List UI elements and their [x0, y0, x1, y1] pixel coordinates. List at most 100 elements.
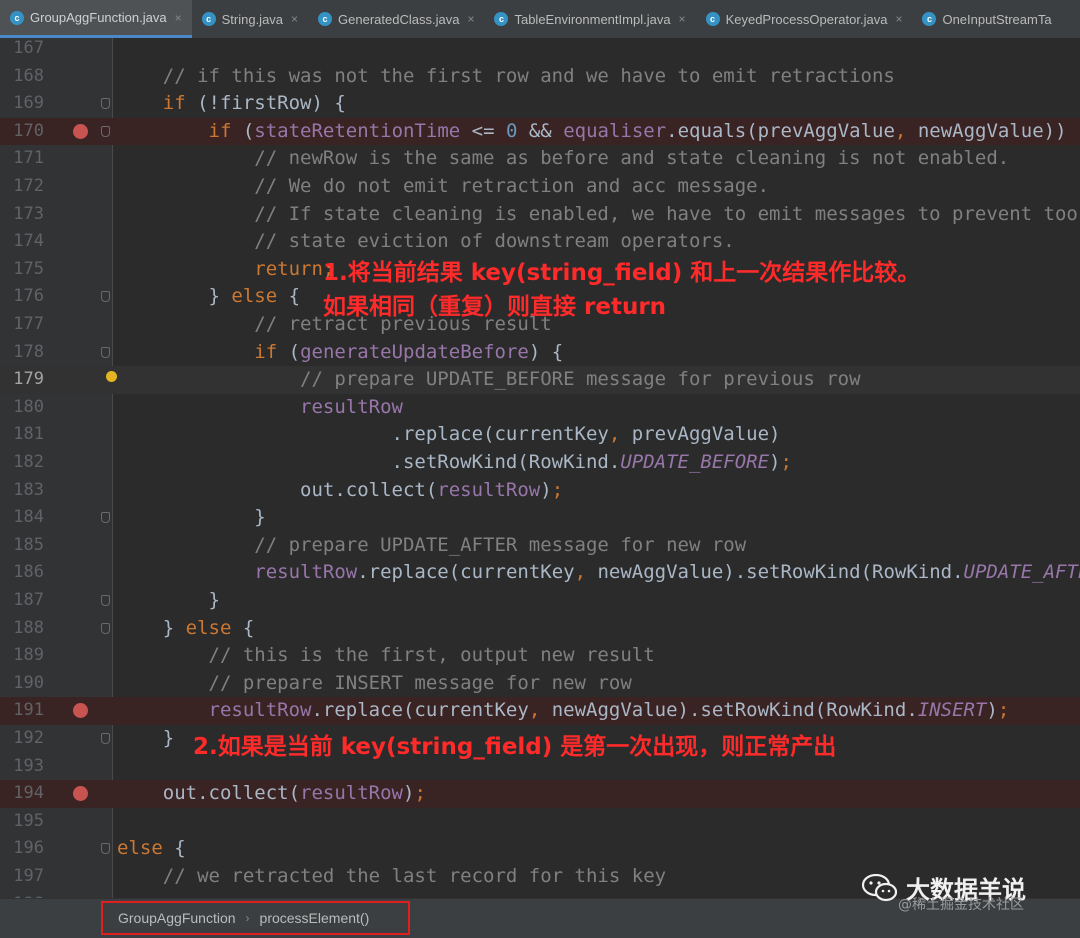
code-line[interactable]: 173 // If state cleaning is enabled, we …	[0, 201, 1080, 229]
tab-5[interactable]: c OneInputStreamTa	[912, 0, 1061, 38]
code-token: // if this was not the first row and we …	[117, 64, 895, 87]
close-icon[interactable]: ×	[175, 11, 182, 25]
close-icon[interactable]: ×	[895, 12, 902, 26]
code-line[interactable]: 168 // if this was not the first row and…	[0, 63, 1080, 91]
fold-marker-icon[interactable]	[101, 291, 110, 303]
code-text: resultRow	[117, 394, 403, 422]
code-line[interactable]: 188 } else {	[0, 615, 1080, 643]
fold-marker-icon[interactable]	[101, 512, 110, 524]
java-class-icon: c	[922, 12, 937, 26]
breadcrumb-item-class[interactable]: GroupAggFunction	[118, 910, 236, 926]
code-token: // We do not emit retraction and acc mes…	[117, 175, 770, 197]
code-line[interactable]: 184 }	[0, 504, 1080, 532]
code-token: ;	[997, 699, 1010, 722]
code-editor[interactable]: 167 168 // if this was not the first row …	[0, 38, 1080, 898]
code-line[interactable]: 180 resultRow	[0, 394, 1080, 422]
code-text: resultRow.replace(currentKey, newAggValu…	[117, 697, 1010, 725]
fold-marker-icon[interactable]	[101, 125, 110, 137]
code-line[interactable]: 181 .replace(currentKey, prevAggValue)	[0, 421, 1080, 449]
lightbulb-icon[interactable]	[106, 371, 117, 383]
code-line[interactable]: 191 resultRow.replace(currentKey, newAgg…	[0, 697, 1080, 725]
breakpoint-icon[interactable]	[73, 703, 88, 719]
code-line[interactable]: 189 // this is the first, output new res…	[0, 642, 1080, 670]
code-line[interactable]: 185 // prepare UPDATE_AFTER message for …	[0, 532, 1080, 560]
code-line[interactable]: 186 resultRow.replace(currentKey, newAgg…	[0, 559, 1080, 587]
tab-3[interactable]: c TableEnvironmentImpl.java ×	[484, 0, 695, 38]
code-token: }	[117, 285, 232, 308]
code-line[interactable]: 178 if (generateUpdateBefore) {	[0, 339, 1080, 367]
close-icon[interactable]: ×	[467, 12, 474, 26]
code-line[interactable]: 196 else {	[0, 835, 1080, 863]
code-text: .setRowKind(RowKind.UPDATE_BEFORE);	[117, 449, 792, 477]
line-number: 189	[13, 645, 44, 666]
code-text: // prepare UPDATE_BEFORE message for pre…	[117, 366, 861, 394]
fold-marker-icon[interactable]	[101, 622, 110, 634]
line-number: 177	[13, 314, 44, 334]
code-line[interactable]: 194 out.collect(resultRow);	[0, 780, 1080, 808]
tab-4[interactable]: c KeyedProcessOperator.java ×	[696, 0, 913, 38]
breadcrumb-item-method[interactable]: processElement()	[260, 910, 370, 926]
code-line[interactable]: 167	[0, 38, 1080, 63]
breakpoint-icon[interactable]	[73, 123, 88, 139]
code-token: else	[117, 837, 163, 860]
code-line[interactable]: 170 if (stateRetentionTime <= 0 && equal…	[0, 117, 1080, 146]
fold-marker-icon[interactable]	[101, 733, 110, 744]
code-line[interactable]: 195	[0, 808, 1080, 836]
code-token: {	[231, 616, 255, 639]
code-token: // we retracted the last record for this…	[117, 865, 667, 887]
code-token: ,	[574, 561, 587, 584]
annotation-note-1-line-1: 1.将当前结果 key(string_field) 和上一次结果作比较。	[323, 260, 921, 286]
breakpoint-icon[interactable]	[73, 786, 88, 802]
line-number: 171	[13, 148, 44, 169]
line-number: 168	[13, 65, 44, 86]
line-number: 194	[13, 783, 44, 804]
line-number: 196	[13, 838, 44, 859]
line-number: 175	[13, 258, 44, 279]
line-number: 186	[13, 562, 44, 583]
code-line[interactable]: 190 // prepare INSERT message for new ro…	[0, 670, 1080, 698]
java-class-icon: c	[705, 12, 720, 26]
code-token: )	[540, 478, 552, 501]
code-text: }	[117, 587, 220, 615]
code-token: UPDATE_AFTER	[963, 561, 1080, 584]
code-text: // newRow is the same as before and stat…	[117, 145, 1009, 173]
code-text: } else {	[117, 283, 301, 311]
code-line[interactable]: 179 // prepare UPDATE_BEFORE message for…	[0, 366, 1080, 394]
code-line[interactable]: 169 if (!firstRow) {	[0, 90, 1080, 118]
tab-0[interactable]: c GroupAggFunction.java ×	[0, 0, 192, 38]
code-text: if (!firstRow) {	[117, 90, 346, 118]
code-token: else	[231, 285, 278, 308]
code-token: // prepare UPDATE_BEFORE message for pre…	[117, 368, 861, 391]
fold-marker-icon[interactable]	[101, 346, 110, 358]
code-token: if	[254, 340, 278, 363]
code-token: }	[117, 727, 175, 749]
code-line[interactable]: 172 // We do not emit retraction and acc…	[0, 173, 1080, 201]
code-line[interactable]: 171 // newRow is the same as before and …	[0, 145, 1080, 173]
code-token: stateRetentionTime	[254, 119, 461, 142]
code-token: resultRow	[300, 782, 403, 805]
fold-marker-icon[interactable]	[101, 843, 110, 855]
tab-2[interactable]: c GeneratedClass.java ×	[308, 0, 484, 38]
code-token: // If state cleaning is enabled, we have…	[117, 202, 1080, 225]
close-icon[interactable]: ×	[679, 12, 686, 26]
close-icon[interactable]: ×	[291, 12, 298, 26]
code-line[interactable]: 174 // state eviction of downstream oper…	[0, 228, 1080, 256]
code-token: <=	[460, 119, 506, 142]
fold-marker-icon[interactable]	[101, 98, 110, 110]
code-line[interactable]: 182 .setRowKind(RowKind.UPDATE_BEFORE);	[0, 449, 1080, 477]
code-text: out.collect(resultRow);	[117, 780, 426, 808]
fold-marker-icon[interactable]	[101, 595, 110, 606]
code-text: if (stateRetentionTime <= 0 && equaliser…	[117, 118, 1080, 146]
code-token: resultRow	[254, 561, 358, 584]
java-class-icon: c	[318, 12, 333, 26]
code-token: newAggValue).setRowKind(RowKind.	[540, 699, 918, 722]
code-line[interactable]: 183 out.collect(resultRow);	[0, 477, 1080, 505]
code-text: out.collect(resultRow);	[117, 477, 563, 505]
code-token: .replace(currentKey	[117, 423, 609, 446]
code-line[interactable]: 187 }	[0, 587, 1080, 615]
code-token: ) {	[528, 340, 564, 363]
line-number: 197	[13, 866, 44, 886]
tab-1[interactable]: c String.java ×	[192, 0, 308, 38]
